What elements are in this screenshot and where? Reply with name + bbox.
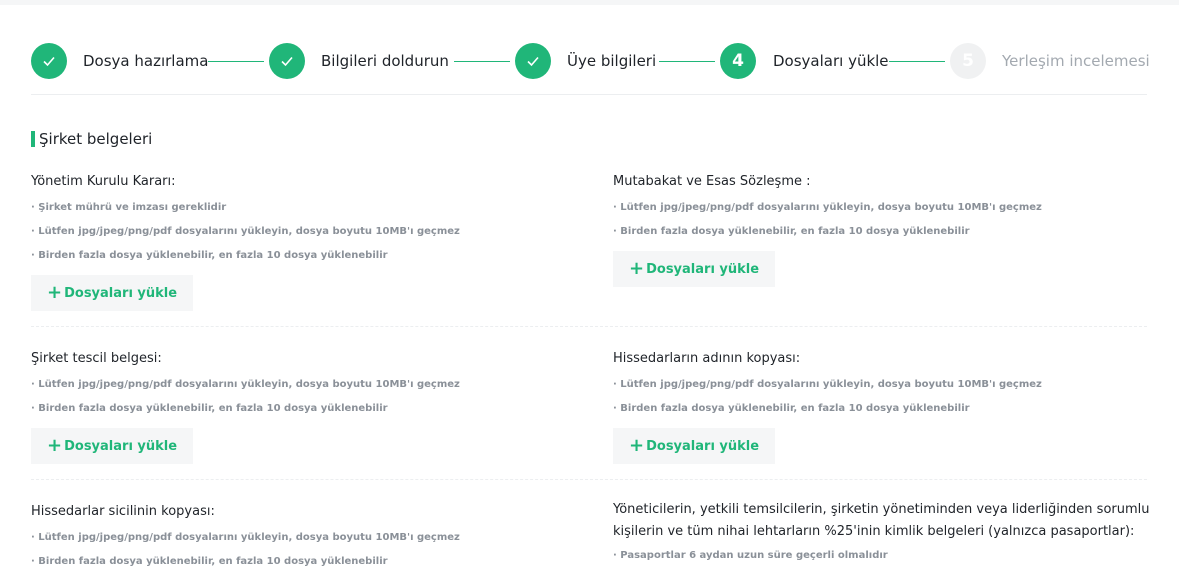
stepper-divider — [31, 94, 1147, 95]
item-title: Hissedarlar sicilinin kopyası: — [31, 504, 215, 519]
item-hint: · Şirket mührü ve imzası gereklidir — [31, 202, 227, 213]
plus-icon: + — [629, 435, 645, 456]
step-5-number: 5 — [950, 43, 986, 79]
item-title: Hissedarların adının kopyası: — [613, 351, 801, 366]
document-item-shareholder-register: Hissedarlar sicilinin kopyası: · Lütfen … — [31, 503, 571, 569]
row-divider — [31, 326, 1147, 327]
item-hint: · Lütfen jpg/jpeg/png/pdf dosyalarını yü… — [613, 202, 1042, 213]
item-hint: · Birden fazla dosya yüklenebilir, en fa… — [31, 250, 388, 261]
step-4-label: Dosyaları yükle — [773, 52, 889, 70]
step-connector — [659, 61, 715, 62]
plus-icon: + — [629, 258, 645, 279]
section-title-text: Şirket belgeleri — [39, 130, 153, 148]
plus-icon: + — [47, 435, 63, 456]
step-2-check-icon — [269, 43, 305, 79]
step-2-label: Bilgileri doldurun — [321, 52, 449, 70]
item-hint: · Lütfen jpg/jpeg/png/pdf dosyalarını yü… — [31, 532, 460, 543]
step-connector — [889, 61, 945, 62]
row-divider — [31, 479, 1147, 480]
item-title: Yöneticilerin, yetkili temsilcilerin, şi… — [613, 502, 1150, 539]
plus-icon: + — [47, 282, 63, 303]
upload-files-button[interactable]: + Dosyaları yükle — [31, 428, 194, 464]
item-hint: · Birden fazla dosya yüklenebilir, en fa… — [31, 556, 388, 567]
step-connector — [454, 61, 510, 62]
upload-button-label: Dosyaları yükle — [64, 438, 178, 454]
item-hint: · Birden fazla dosya yüklenebilir, en fa… — [613, 226, 970, 237]
section-title: Şirket belgeleri — [31, 130, 152, 148]
step-1-label: Dosya hazırlama — [83, 52, 209, 70]
document-item-articles-of-association: Mutabakat ve Esas Sözleşme : · Lütfen jp… — [613, 173, 1153, 287]
step-1-check-icon — [31, 43, 67, 79]
progress-stepper: Dosya hazırlama Bilgileri doldurun Üye b… — [31, 38, 1150, 84]
upload-button-label: Dosyaları yükle — [646, 438, 760, 454]
document-item-identity-documents: Yöneticilerin, yetkili temsilcilerin, şi… — [613, 499, 1153, 563]
document-item-board-resolution: Yönetim Kurulu Kararı: · Şirket mührü ve… — [31, 173, 571, 311]
step-connector — [208, 61, 264, 62]
upload-button-label: Dosyaları yükle — [64, 285, 178, 301]
item-hint: · Pasaportlar 6 aydan uzun süre geçerli … — [613, 550, 888, 561]
item-hint: · Birden fazla dosya yüklenebilir, en fa… — [31, 403, 388, 414]
step-3-label: Üye bilgileri — [567, 52, 657, 70]
step-4-number: 4 — [720, 43, 756, 79]
step-3-check-icon — [515, 43, 551, 79]
item-title: Mutabakat ve Esas Sözleşme : — [613, 174, 811, 189]
upload-files-button[interactable]: + Dosyaları yükle — [613, 428, 776, 464]
step-5-label: Yerleşim incelemesi — [1002, 52, 1150, 70]
item-hint: · Lütfen jpg/jpeg/png/pdf dosyalarını yü… — [31, 379, 460, 390]
upload-button-label: Dosyaları yükle — [646, 261, 760, 277]
item-hint: · Birden fazla dosya yüklenebilir, en fa… — [613, 403, 970, 414]
item-hint: · Lütfen jpg/jpeg/png/pdf dosyalarını yü… — [613, 379, 1042, 390]
item-hint: · Lütfen jpg/jpeg/png/pdf dosyalarını yü… — [31, 226, 460, 237]
item-title: Yönetim Kurulu Kararı: — [31, 174, 176, 189]
section-accent-bar — [31, 131, 35, 147]
upload-files-button[interactable]: + Dosyaları yükle — [31, 275, 194, 311]
upload-card: Dosya hazırlama Bilgileri doldurun Üye b… — [0, 5, 1179, 571]
upload-files-button[interactable]: + Dosyaları yükle — [613, 251, 776, 287]
item-title: Şirket tescil belgesi: — [31, 351, 162, 366]
document-item-shareholder-names: Hissedarların adının kopyası: · Lütfen j… — [613, 350, 1153, 464]
document-item-company-registration: Şirket tescil belgesi: · Lütfen jpg/jpeg… — [31, 350, 571, 464]
